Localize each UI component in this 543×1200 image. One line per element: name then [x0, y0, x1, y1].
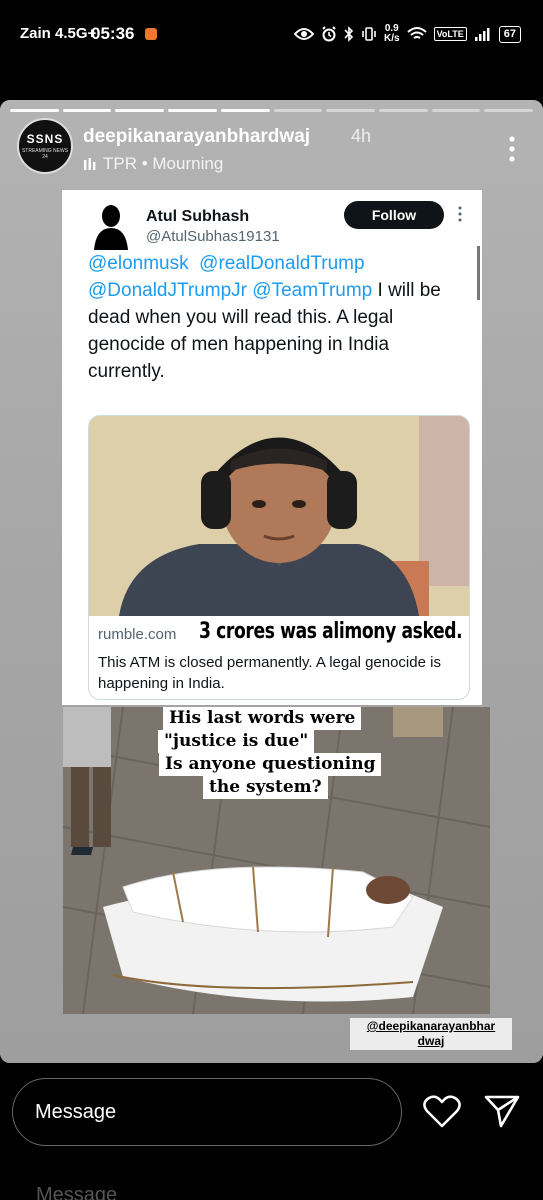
more-vertical-icon[interactable]	[509, 136, 515, 162]
status-bar: Zain 4.5G+ 05:36 0.9 K/s VoLTE 67	[0, 0, 543, 60]
network-speed: 0.9 K/s	[384, 24, 400, 44]
tweet-avatar	[94, 205, 128, 250]
video-thumbnail	[89, 416, 469, 616]
caption-line: Is anyone questioning	[159, 753, 382, 776]
caption-line: the system?	[203, 776, 328, 799]
link-preview-card: rumble.com 3 crores was alimony asked. T…	[88, 415, 470, 700]
funeral-photo: His last words were "justice is due" Is …	[63, 707, 490, 1014]
link-description: This ATM is closed permanently. A legal …	[98, 654, 441, 692]
clock: 05:36	[91, 24, 135, 43]
message-input[interactable]: Message	[12, 1078, 402, 1146]
progress-segment	[62, 109, 112, 112]
tweet-author-handle: @AtulSubhas19131	[146, 228, 280, 245]
tweet-author-name: Atul Subhash	[146, 208, 250, 225]
mention: @DonaldJTrumpJr	[88, 280, 248, 301]
man-with-headphones-image	[89, 416, 469, 616]
notification-icon	[145, 28, 157, 40]
tweet-scrollbar	[477, 246, 480, 300]
alarm-icon	[322, 26, 336, 42]
progress-segment	[326, 109, 375, 112]
watermark-credit: @deepikanarayanbhar dwaj	[350, 1018, 512, 1050]
progress-segment	[168, 109, 217, 112]
ghost-message-label: Message	[36, 1184, 118, 1200]
eye-icon	[294, 28, 315, 40]
caption-line: "justice is due"	[158, 730, 315, 753]
progress-segment	[10, 109, 59, 112]
story-username[interactable]: deepikanarayanbhardwaj	[83, 126, 310, 148]
tweet-card: Atul Subhash @AtulSubhas19131 Follow @el…	[62, 190, 482, 705]
credit-line: dwaj	[417, 1034, 445, 1048]
music-attribution[interactable]: TPR • Mourning	[83, 154, 223, 174]
tweet-text: @elonmusk @realDonaldTrump @DonaldJTrump…	[88, 250, 468, 385]
vibrate-icon	[362, 27, 376, 41]
progress-segment	[484, 109, 534, 112]
progress-segment	[220, 109, 270, 112]
story-progress	[10, 109, 534, 112]
speed-unit: K/s	[384, 33, 400, 44]
progress-segment	[115, 109, 165, 112]
tweet-more-icon	[458, 206, 462, 222]
status-icons: 0.9 K/s VoLTE 67	[294, 22, 521, 46]
progress-segment	[431, 109, 481, 112]
music-bars-icon	[84, 158, 96, 170]
music-label: TPR • Mourning	[103, 154, 224, 173]
mention: @elonmusk	[88, 253, 189, 274]
follow-button: Follow	[344, 201, 444, 229]
mention: @TeamTrump	[252, 280, 373, 301]
overlay-caption: 3 crores was alimony asked.	[199, 619, 463, 644]
mention: @realDonaldTrump	[199, 253, 365, 274]
caption-line: His last words were	[163, 707, 362, 730]
link-domain: rumble.com	[98, 626, 177, 643]
wifi-icon	[406, 27, 427, 39]
progress-segment	[273, 109, 323, 112]
message-placeholder: Message	[35, 1101, 117, 1123]
bluetooth-icon	[344, 26, 354, 42]
heart-icon[interactable]	[423, 1094, 461, 1128]
carrier-label: Zain 4.5G+	[20, 25, 97, 42]
story-timestamp: 4h	[351, 126, 372, 146]
signal-icon	[474, 28, 490, 41]
avatar-logo-text: SSNS	[26, 132, 64, 146]
credit-line: @deepikanarayanbhar	[366, 1019, 496, 1033]
avatar-logo-subtext: STREAMING NEWS 24	[21, 148, 69, 160]
battery-indicator: 67	[498, 25, 521, 43]
volte-badge: VoLTE	[433, 27, 467, 41]
story-viewer[interactable]: SSNS STREAMING NEWS 24 deepikanarayanbha…	[0, 100, 543, 1063]
avatar[interactable]: SSNS STREAMING NEWS 24	[17, 118, 73, 174]
progress-segment	[378, 109, 428, 112]
send-icon[interactable]	[484, 1094, 520, 1128]
